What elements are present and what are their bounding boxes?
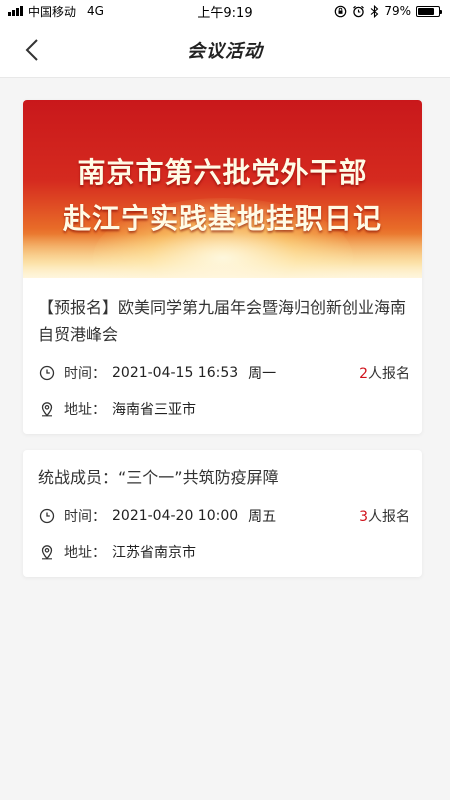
location-pin-icon: [38, 543, 56, 561]
bluetooth-icon: [370, 4, 379, 18]
event-weekday: 周一: [248, 366, 277, 382]
event-title: 【预报名】欧美同学第九届年会暨海归创新创业海南自贸港峰会: [38, 298, 407, 344]
status-right: 79%: [334, 4, 442, 18]
event-card[interactable]: 统战成员：“三个一”共筑防疫屏障 时间： 2021-04-20 10:00 周五…: [23, 450, 422, 577]
event-card[interactable]: 南京市第六批党外干部 赴江宁实践基地挂职日记 【预报名】欧美同学第九届年会暨海归…: [23, 100, 422, 434]
status-bar: 中国移动 4G 上午9:19 79%: [0, 0, 450, 22]
event-address-row: 地址： 江苏省南京市: [38, 541, 410, 563]
address-label: 地址：: [64, 545, 106, 561]
event-title: 统战成员：“三个一”共筑防疫屏障: [38, 468, 279, 487]
chevron-left-icon: [25, 39, 38, 61]
network-type: 4G: [87, 4, 104, 18]
clock-icon: [38, 507, 56, 525]
event-time-row: 时间： 2021-04-15 16:53 周一 2人报名: [38, 362, 410, 384]
signup-number: 2: [359, 366, 368, 382]
signup-suffix: 人报名: [368, 366, 410, 382]
orientation-lock-icon: [335, 5, 347, 17]
event-address: 江苏省南京市: [112, 545, 196, 561]
time-label: 时间：: [64, 366, 106, 382]
banner-line-2: 赴江宁实践基地挂职日记: [62, 202, 382, 235]
back-button[interactable]: [18, 36, 46, 64]
location-pin-icon: [38, 400, 56, 418]
signup-count: 2人报名: [359, 363, 410, 383]
battery-icon: [416, 5, 442, 17]
page-title: 会议活动: [187, 40, 263, 62]
event-time: 2021-04-15 16:53: [112, 365, 239, 381]
signal-icon: [8, 6, 23, 16]
event-address-row: 地址： 海南省三亚市: [38, 398, 410, 420]
banner-text: 南京市第六批党外干部 赴江宁实践基地挂职日记: [23, 150, 422, 242]
carrier-name: 中国移动: [28, 4, 77, 19]
event-banner-image: 南京市第六批党外干部 赴江宁实践基地挂职日记: [23, 100, 422, 278]
signup-suffix: 人报名: [368, 509, 410, 525]
event-card-body: 统战成员：“三个一”共筑防疫屏障 时间： 2021-04-20 10:00 周五…: [23, 450, 422, 577]
battery-percent: 79%: [384, 4, 411, 18]
time-label: 时间：: [64, 509, 106, 525]
banner-line-1: 南京市第六批党外干部: [77, 156, 368, 189]
battery-level: [418, 7, 434, 15]
event-time-row: 时间： 2021-04-20 10:00 周五 3人报名: [38, 505, 410, 527]
event-address: 海南省三亚市: [112, 402, 196, 418]
clock-icon: [38, 364, 56, 382]
event-time: 2021-04-20 10:00: [112, 508, 239, 524]
event-card-body: 【预报名】欧美同学第九届年会暨海归创新创业海南自贸港峰会 时间： 2021-04…: [23, 278, 422, 434]
signup-number: 3: [359, 509, 368, 525]
signup-count: 3人报名: [359, 506, 410, 526]
nav-bar: 会议活动: [0, 22, 450, 78]
status-left: 中国移动 4G: [8, 3, 104, 20]
address-label: 地址：: [64, 402, 106, 418]
event-list: 南京市第六批党外干部 赴江宁实践基地挂职日记 【预报名】欧美同学第九届年会暨海归…: [0, 78, 450, 593]
event-weekday: 周五: [248, 509, 277, 525]
alarm-icon: [353, 5, 365, 17]
